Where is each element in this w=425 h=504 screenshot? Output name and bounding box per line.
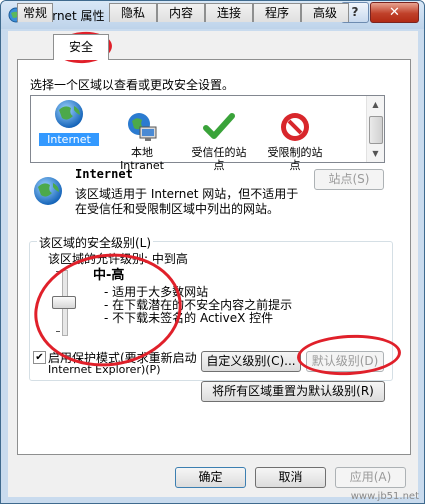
- zone-title: Internet: [75, 167, 133, 181]
- globe-icon: [55, 100, 83, 128]
- tab-programs[interactable]: 程序: [253, 3, 301, 22]
- zone-list: Internet 本地 Intranet 受信任的站 点 受限制的站 点 ▲ ▼: [30, 95, 385, 172]
- slider-tick: [56, 271, 60, 272]
- zone-description-line2: 在受信任和受限制区域中列出的网站。: [75, 202, 280, 216]
- sites-button[interactable]: 站点(S): [314, 169, 384, 190]
- custom-level-button[interactable]: 自定义级别(C)...: [201, 351, 301, 372]
- protected-mode-checkbox[interactable]: ✔: [33, 351, 46, 364]
- tab-connections[interactable]: 连接: [205, 3, 253, 22]
- slider-tick: [56, 331, 60, 332]
- security-level-name: 中-高: [93, 268, 125, 283]
- security-level-group-label: 该区域的安全级别(L): [37, 234, 154, 251]
- default-level-button[interactable]: 默认级别(D): [306, 351, 384, 372]
- restricted-sites-icon: [281, 113, 309, 141]
- tab-general[interactable]: 常规: [17, 3, 53, 22]
- tab-advanced[interactable]: 高级: [301, 3, 349, 22]
- zone-list-scrollbar[interactable]: ▲ ▼: [366, 96, 384, 162]
- zone-internet[interactable]: Internet: [39, 98, 99, 146]
- apply-button[interactable]: 应用(A): [335, 467, 406, 488]
- scroll-thumb[interactable]: [369, 116, 383, 144]
- protected-mode-label-line2: Internet Explorer)(P): [48, 363, 161, 376]
- zone-internet-label: Internet: [39, 133, 99, 146]
- security-level-slider-thumb[interactable]: [52, 296, 76, 309]
- tab-security[interactable]: 安全: [53, 34, 109, 60]
- select-zone-instruction: 选择一个区域以查看或更改安全设置。: [30, 78, 235, 92]
- close-button[interactable]: ✕: [370, 2, 419, 23]
- scroll-up-icon[interactable]: ▲: [367, 96, 384, 113]
- watermark: www.jb51.net: [350, 491, 419, 502]
- selected-zone-globe-icon: [34, 177, 62, 205]
- trusted-sites-icon: [203, 113, 235, 139]
- zone-trusted-sites[interactable]: 受信任的站 点: [183, 98, 255, 185]
- cancel-button[interactable]: 取消: [255, 467, 326, 488]
- security-level-point-3: - 不下载未签名的 ActiveX 控件: [104, 311, 274, 325]
- tab-content[interactable]: 内容: [157, 3, 205, 22]
- reset-all-zones-button[interactable]: 将所有区域重置为默认级别(R): [201, 381, 385, 402]
- ok-button[interactable]: 确定: [175, 467, 246, 488]
- tab-privacy[interactable]: 隐私: [109, 3, 157, 22]
- local-intranet-icon: [128, 113, 157, 141]
- scroll-down-icon[interactable]: ▼: [367, 145, 384, 162]
- zone-trusted-sites-label: 受信任的站 点: [191, 146, 247, 172]
